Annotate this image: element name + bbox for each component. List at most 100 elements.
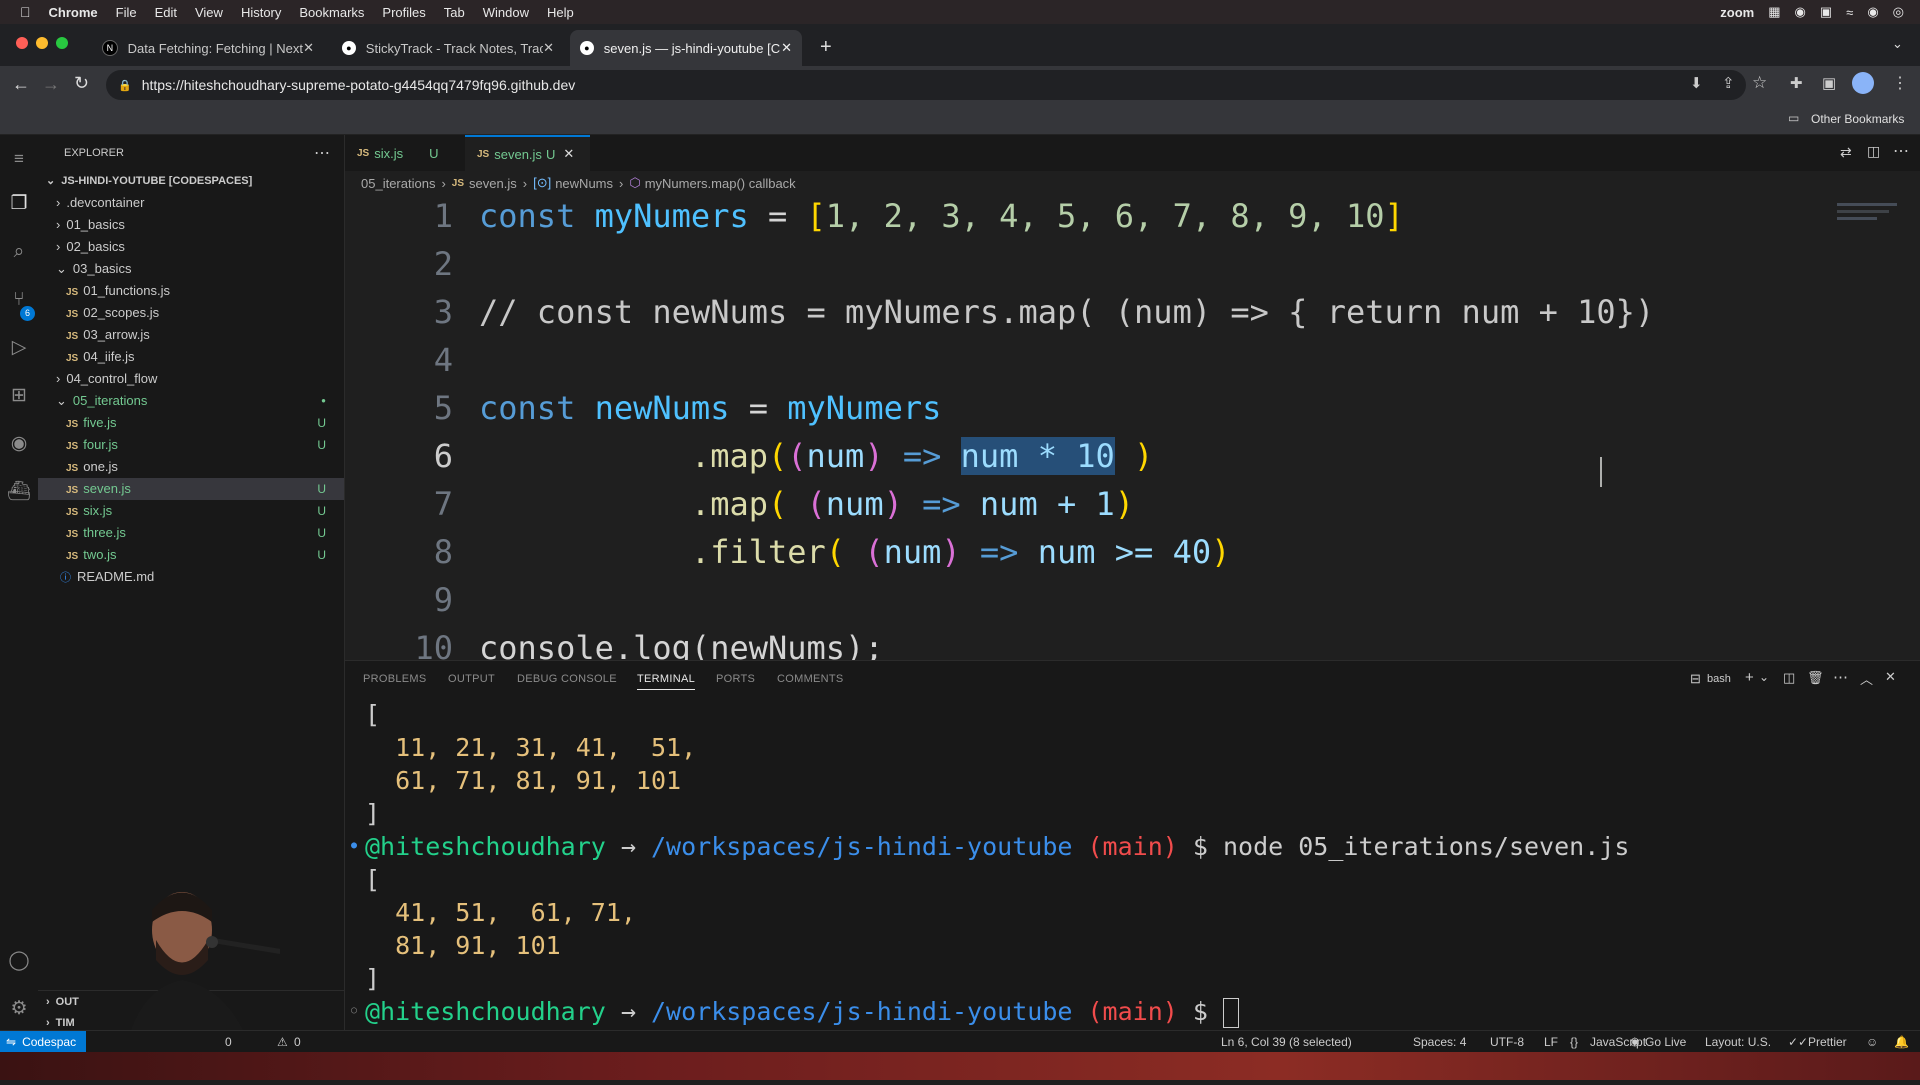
close-window-button[interactable] <box>16 37 28 49</box>
maximize-window-button[interactable] <box>56 37 68 49</box>
minimap[interactable] <box>1837 195 1907 235</box>
tab-search-icon[interactable]: ⌄ <box>1892 36 1903 52</box>
more-actions-icon[interactable]: ⋯ <box>1893 141 1909 161</box>
tree-folder[interactable]: › .devcontainer <box>38 192 344 214</box>
tab-ports[interactable]: PORTS <box>716 673 755 685</box>
shell-name[interactable]: bash <box>1707 673 1731 685</box>
url-bar[interactable]: 🔒 https://hiteshchoudhary-supreme-potato… <box>106 70 1746 100</box>
workspace-root[interactable]: ⌄ JS-HINDI-YOUTUBE [CODESPACES] <box>38 170 344 192</box>
explorer-icon[interactable]: ❐ <box>7 192 31 216</box>
go-live-button[interactable]: Go Live <box>1645 1035 1686 1049</box>
tab-debug-console[interactable]: DEBUG CONSOLE <box>517 673 617 685</box>
menu-bookmarks[interactable]: Bookmarks <box>299 5 364 20</box>
zoom-status[interactable]: zoom <box>1720 5 1754 20</box>
browser-tab-nextjs[interactable]: N Data Fetching: Fetching | Next ✕ <box>92 30 324 66</box>
kill-terminal-icon[interactable]: 🗑 <box>1807 670 1824 686</box>
tree-file[interactable]: JS 01_functions.js <box>38 280 344 302</box>
tree-file[interactable]: ⓘ README.md <box>38 566 344 588</box>
close-tab-icon[interactable]: ✕ <box>781 40 792 56</box>
gmail-icon[interactable]: ◉ <box>1795 4 1806 20</box>
menu-edit[interactable]: Edit <box>155 5 177 20</box>
new-tab-button[interactable]: + <box>820 36 832 59</box>
close-tab-icon[interactable]: ✕ <box>543 40 554 56</box>
profile-avatar[interactable] <box>1852 72 1874 94</box>
chrome-menu-icon[interactable]: ⋮ <box>1892 73 1908 93</box>
tab-comments[interactable]: COMMENTS <box>777 673 844 685</box>
tree-folder[interactable]: ⌄ 03_basics <box>38 258 344 280</box>
tree-file[interactable]: JS 03_arrow.js <box>38 324 344 346</box>
keyboard-layout[interactable]: Layout: U.S. <box>1705 1035 1771 1049</box>
tab-six-js[interactable]: JS six.js U <box>345 135 465 171</box>
other-bookmarks[interactable]: Other Bookmarks <box>1811 112 1904 126</box>
close-tab-icon[interactable]: ✕ <box>303 40 314 56</box>
menu-icon[interactable]: ≡ <box>7 147 31 171</box>
browser-tab-stickytrack[interactable]: ● StickyTrack - Track Notes, Trac ✕ <box>332 30 564 66</box>
tree-file[interactable]: JS three.js U <box>38 522 344 544</box>
tab-problems[interactable]: PROBLEMS <box>363 673 427 685</box>
tree-folder[interactable]: › 02_basics <box>38 236 344 258</box>
indentation[interactable]: Spaces: 4 <box>1413 1035 1466 1049</box>
terminal[interactable]: [ 11, 21, 31, 41, 51, 61, 71, 81, 91, 10… <box>345 696 1920 1031</box>
tree-file-selected[interactable]: JS seven.js U <box>38 478 344 500</box>
apple-icon[interactable]:  <box>20 4 31 20</box>
menu-file[interactable]: File <box>116 5 137 20</box>
eol[interactable]: LF <box>1544 1035 1558 1049</box>
open-changes-icon[interactable]: ⇄ <box>1840 144 1852 161</box>
menu-view[interactable]: View <box>195 5 223 20</box>
menu-history[interactable]: History <box>241 5 281 20</box>
bookmark-star-icon[interactable]: ☆ <box>1752 73 1767 93</box>
search-icon[interactable]: ⌕ <box>7 240 31 264</box>
tree-file[interactable]: JS two.js U <box>38 544 344 566</box>
siri-icon[interactable]: ◎ <box>1893 4 1904 20</box>
back-icon[interactable]: ← <box>12 74 30 95</box>
accounts-icon[interactable]: ◯ <box>7 949 31 973</box>
breadcrumb-file[interactable]: seven.js <box>469 176 517 191</box>
extensions-icon[interactable]: ✚ <box>1790 74 1803 92</box>
split-terminal-icon[interactable]: ◫ <box>1783 670 1795 686</box>
tree-file[interactable]: JS one.js <box>38 456 344 478</box>
docker-icon[interactable]: ⛴ <box>7 480 31 504</box>
code-editor[interactable]: 1 2 3 4 5 6 7 8 9 10 const myNumers = [1… <box>345 195 1920 660</box>
breadcrumb-symbol[interactable]: newNums <box>555 176 613 191</box>
split-editor-icon[interactable]: ◫ <box>1867 143 1880 160</box>
close-tab-icon[interactable]: ✕ <box>563 146 574 162</box>
tree-folder[interactable]: ⌄ 05_iterations ● <box>38 390 344 412</box>
more-actions-icon[interactable]: ⋯ <box>1833 668 1848 686</box>
side-panel-icon[interactable]: ▣ <box>1822 74 1836 92</box>
github-icon[interactable]: ◉ <box>7 432 31 456</box>
tree-file[interactable]: JS 04_iife.js <box>38 346 344 368</box>
warnings-count[interactable]: 0 <box>294 1035 301 1049</box>
tiles-icon[interactable]: ▦ <box>1768 4 1780 20</box>
menu-app-name[interactable]: Chrome <box>49 5 98 20</box>
tree-file[interactable]: JS five.js U <box>38 412 344 434</box>
control-center-icon[interactable]: ◉ <box>1867 4 1878 20</box>
breadcrumb-callback[interactable]: myNumers.map() callback <box>645 176 796 191</box>
lock-icon[interactable]: 🔒 <box>118 79 132 92</box>
run-debug-icon[interactable]: ▷ <box>7 336 31 360</box>
menu-profiles[interactable]: Profiles <box>382 5 425 20</box>
reload-icon[interactable]: ↻ <box>74 73 89 94</box>
settings-gear-icon[interactable]: ⚙ <box>7 997 31 1021</box>
share-icon[interactable]: ⇪ <box>1722 74 1735 92</box>
url-text[interactable]: https://hiteshchoudhary-supreme-potato-g… <box>142 77 576 93</box>
feedback-icon[interactable]: ☺ <box>1866 1035 1878 1049</box>
notifications-bell-icon[interactable]: 🔔 <box>1894 1035 1909 1049</box>
screen-record-icon[interactable]: ▣ <box>1820 4 1832 20</box>
menu-help[interactable]: Help <box>547 5 574 20</box>
maximize-panel-icon[interactable]: ︿ <box>1860 669 1873 688</box>
new-terminal-icon[interactable]: + <box>1745 669 1754 686</box>
menu-window[interactable]: Window <box>483 5 529 20</box>
minimize-window-button[interactable] <box>36 37 48 49</box>
tab-terminal[interactable]: TERMINAL <box>637 673 696 690</box>
tree-file[interactable]: JS 02_scopes.js <box>38 302 344 324</box>
forward-icon[interactable]: → <box>42 74 60 95</box>
prettier-status[interactable]: Prettier <box>1808 1035 1847 1049</box>
close-panel-icon[interactable]: ✕ <box>1885 669 1896 685</box>
tree-file[interactable]: JS six.js U <box>38 500 344 522</box>
chevron-down-icon[interactable]: ⌄ <box>1759 670 1769 684</box>
tree-folder[interactable]: › 04_control_flow <box>38 368 344 390</box>
tab-seven-js[interactable]: JS seven.js U ✕ <box>465 135 590 171</box>
more-actions-icon[interactable]: ⋯ <box>314 143 330 163</box>
breadcrumb-folder[interactable]: 05_iterations <box>361 176 435 191</box>
browser-tab-seven-js[interactable]: ● seven.js — js-hindi-youtube [C ✕ <box>570 30 802 66</box>
